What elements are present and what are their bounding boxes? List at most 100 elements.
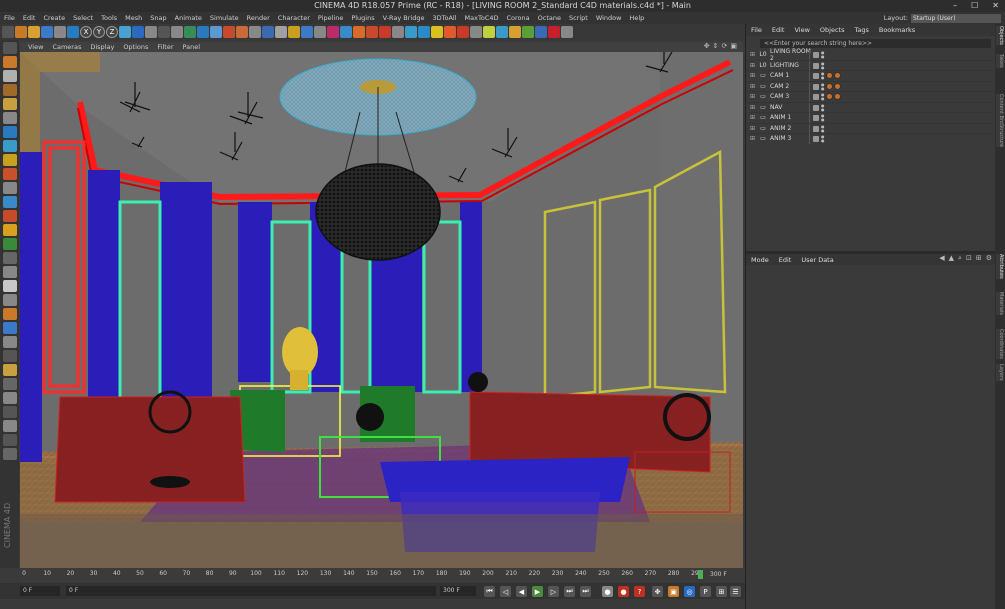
tool-4-icon[interactable] <box>41 26 53 38</box>
tool-12-icon[interactable] <box>145 26 157 38</box>
object-menu-file[interactable]: File <box>746 26 767 34</box>
left-tool-20-icon[interactable] <box>2 308 17 320</box>
tool-38-icon[interactable] <box>483 26 495 38</box>
tool-16-icon[interactable] <box>197 26 209 38</box>
left-tool-19-icon[interactable] <box>2 294 17 306</box>
left-tool-16-icon[interactable] <box>2 252 17 264</box>
object-name[interactable]: ANIM 3 <box>770 135 814 142</box>
tool-22-icon[interactable] <box>275 26 287 38</box>
max-frame-field[interactable]: 300 F <box>440 586 476 596</box>
menu-animate[interactable]: Animate <box>171 14 206 22</box>
viewport-menu-filter[interactable]: Filter <box>153 43 177 51</box>
tool-14-icon[interactable] <box>171 26 183 38</box>
maximize-icon[interactable]: ☐ <box>971 1 978 10</box>
visibility-toggle[interactable] <box>813 136 819 142</box>
attribute-menu-mode[interactable]: Mode <box>746 256 774 264</box>
tool-31-icon[interactable] <box>392 26 404 38</box>
menu-tools[interactable]: Tools <box>97 14 121 22</box>
zoom-view-icon[interactable]: ⇕ <box>713 42 719 50</box>
side-tab-objects[interactable]: Objects <box>996 26 1004 45</box>
up-arrow-icon[interactable]: ▲ <box>949 254 954 263</box>
tool-23-icon[interactable] <box>288 26 300 38</box>
tool-18-icon[interactable] <box>223 26 235 38</box>
tool-35-icon[interactable] <box>444 26 456 38</box>
param-key-icon[interactable]: P <box>700 586 711 597</box>
tool-29-icon[interactable] <box>366 26 378 38</box>
object-name[interactable]: CAM 1 <box>770 72 814 79</box>
layout-dropdown[interactable]: Startup (User) <box>911 13 1001 23</box>
tag-2-icon[interactable] <box>834 93 841 100</box>
move-key-icon[interactable]: ✥ <box>652 586 663 597</box>
left-tool-2-icon[interactable] <box>2 56 17 68</box>
object-name[interactable]: CAM 2 <box>770 83 814 90</box>
prev-frame-icon[interactable]: ◀ <box>516 586 527 597</box>
tag-2-icon[interactable] <box>834 72 841 79</box>
attribute-menu-edit[interactable]: Edit <box>774 256 797 264</box>
viewport-menu-panel[interactable]: Panel <box>179 43 205 51</box>
expand-icon[interactable]: ⊞ <box>750 114 756 121</box>
tool-39-icon[interactable] <box>496 26 508 38</box>
tag-1-icon[interactable] <box>826 72 833 79</box>
render-dots[interactable]: ● ● <box>821 103 825 112</box>
tool-19-icon[interactable] <box>236 26 248 38</box>
axis-y-button[interactable]: Y <box>93 26 105 38</box>
tool-27-icon[interactable] <box>340 26 352 38</box>
expand-icon[interactable]: ⊞ <box>750 104 756 111</box>
left-tool-18-icon[interactable] <box>2 280 17 292</box>
object-row-lighting[interactable]: ⊞ L0 LIGHTING ● ● <box>746 60 995 71</box>
tool-5-icon[interactable] <box>54 26 66 38</box>
left-tool-23-icon[interactable] <box>2 350 17 362</box>
left-tool-1-icon[interactable] <box>2 42 17 54</box>
side-tab-materials[interactable]: Materials <box>996 292 1004 315</box>
maximize-view-icon[interactable]: ▣ <box>730 42 737 50</box>
viewport-menu-view[interactable]: View <box>24 43 47 51</box>
render-dots[interactable]: ● ● <box>821 51 825 59</box>
left-tool-21-icon[interactable] <box>2 322 17 334</box>
expand-icon[interactable]: ⊞ <box>750 51 756 58</box>
left-tool-22-icon[interactable] <box>2 336 17 348</box>
object-row-anim-2[interactable]: ⊞ ▭ ANIM 2 ● ● <box>746 123 995 134</box>
tool-32-icon[interactable] <box>405 26 417 38</box>
expand-icon[interactable]: ⊞ <box>750 72 756 79</box>
object-name[interactable]: ANIM 1 <box>770 114 814 121</box>
goto-end-icon[interactable]: ⏭ <box>580 586 591 597</box>
tool-36-icon[interactable] <box>457 26 469 38</box>
side-tab-layers[interactable]: Layers <box>996 364 1004 381</box>
left-tool-12-icon[interactable] <box>2 196 17 208</box>
menu-mesh[interactable]: Mesh <box>121 14 146 22</box>
left-tool-29-icon[interactable] <box>2 434 17 446</box>
left-tool-9-icon[interactable] <box>2 154 17 166</box>
object-name[interactable]: NAV <box>770 104 814 111</box>
rotate-key-icon[interactable]: ◎ <box>684 586 695 597</box>
tool-25-icon[interactable] <box>314 26 326 38</box>
left-tool-17-icon[interactable] <box>2 266 17 278</box>
tool-13-icon[interactable] <box>158 26 170 38</box>
left-tool-15-icon[interactable] <box>2 238 17 250</box>
menu-render[interactable]: Render <box>243 14 274 22</box>
object-row-cam-2[interactable]: ⊞ ▭ CAM 2 ● ● <box>746 81 995 92</box>
object-row-anim-1[interactable]: ⊞ ▭ ANIM 1 ● ● <box>746 113 995 124</box>
left-tool-26-icon[interactable] <box>2 392 17 404</box>
menu-snap[interactable]: Snap <box>146 14 170 22</box>
object-row-cam-1[interactable]: ⊞ ▭ CAM 1 ● ● <box>746 71 995 82</box>
object-menu-tags[interactable]: Tags <box>849 26 873 34</box>
side-tab-takes[interactable]: Takes <box>996 54 1004 68</box>
menu-select[interactable]: Select <box>69 14 97 22</box>
menu-window[interactable]: Window <box>592 14 626 22</box>
expand-icon[interactable]: ⊞ <box>750 62 756 69</box>
lock-icon[interactable]: ⊡ <box>966 254 972 263</box>
current-frame-slider[interactable]: 0 F <box>66 586 436 596</box>
render-dots[interactable]: ● ● <box>821 61 825 70</box>
visibility-toggle[interactable] <box>813 62 819 69</box>
visibility-toggle[interactable] <box>813 115 819 121</box>
object-row-living-room-2[interactable]: ⊞ L0 LIVING ROOM 2 ● ● <box>746 48 995 62</box>
record-icon[interactable]: ● <box>602 586 613 597</box>
back-arrow-icon[interactable]: ◀ <box>939 254 944 263</box>
left-tool-24-icon[interactable] <box>2 364 17 376</box>
tag-1-icon[interactable] <box>826 93 833 100</box>
tag-1-icon[interactable] <box>826 82 833 90</box>
expand-icon[interactable]: ⊞ <box>750 125 756 132</box>
object-name[interactable]: CAM 3 <box>770 93 814 100</box>
object-menu-edit[interactable]: Edit <box>767 26 790 34</box>
tag-2-icon[interactable] <box>834 82 841 90</box>
